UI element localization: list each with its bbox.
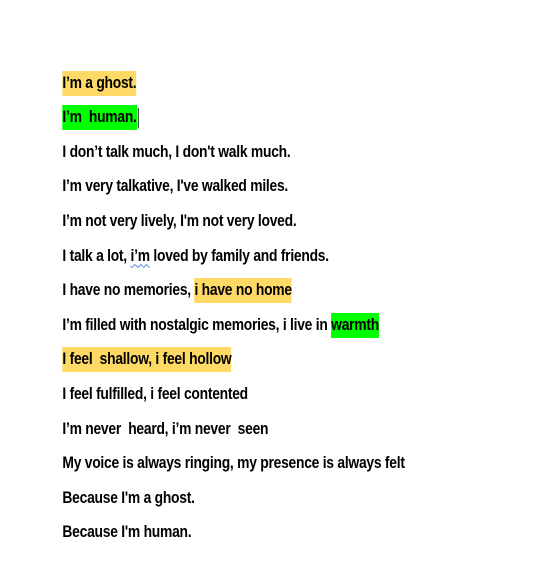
poem-line: I’m never heard, i’m never seen xyxy=(48,377,451,438)
poem-line: I’m not very lively, I'm not very loved. xyxy=(48,169,451,230)
poem-line: I talk a lot, i’m loved by family and fr… xyxy=(48,204,451,265)
poem-line: I’m a ghost. xyxy=(48,31,451,96)
poem-line: I’m filled with nostalgic memories, i li… xyxy=(48,273,451,338)
document-page: { "colors": { "highlight_yellow": "#ffd9… xyxy=(0,0,542,550)
poem-line: Because I'm a ghost. xyxy=(48,446,451,507)
poem-line: My voice is always ringing, my presence … xyxy=(48,412,451,472)
poem-line: I feel fulfilled, i feel contented xyxy=(48,342,451,403)
poem-line: I have no memories, i have no home xyxy=(48,239,451,304)
line-text: Because I'm human. xyxy=(62,523,192,542)
poem-line: I feel shallow, i feel hollow xyxy=(48,308,451,373)
poem-line: I’m human. xyxy=(48,66,451,131)
poem-line: I don’t talk much, I don't walk much. xyxy=(48,100,451,161)
poem-line: Because I'm human. xyxy=(48,481,451,541)
poem-line: I’m very talkative, I've walked miles. xyxy=(48,135,451,195)
poem-text-body[interactable]: I’m a ghost. I’m human. I don’t talk muc… xyxy=(48,31,528,541)
